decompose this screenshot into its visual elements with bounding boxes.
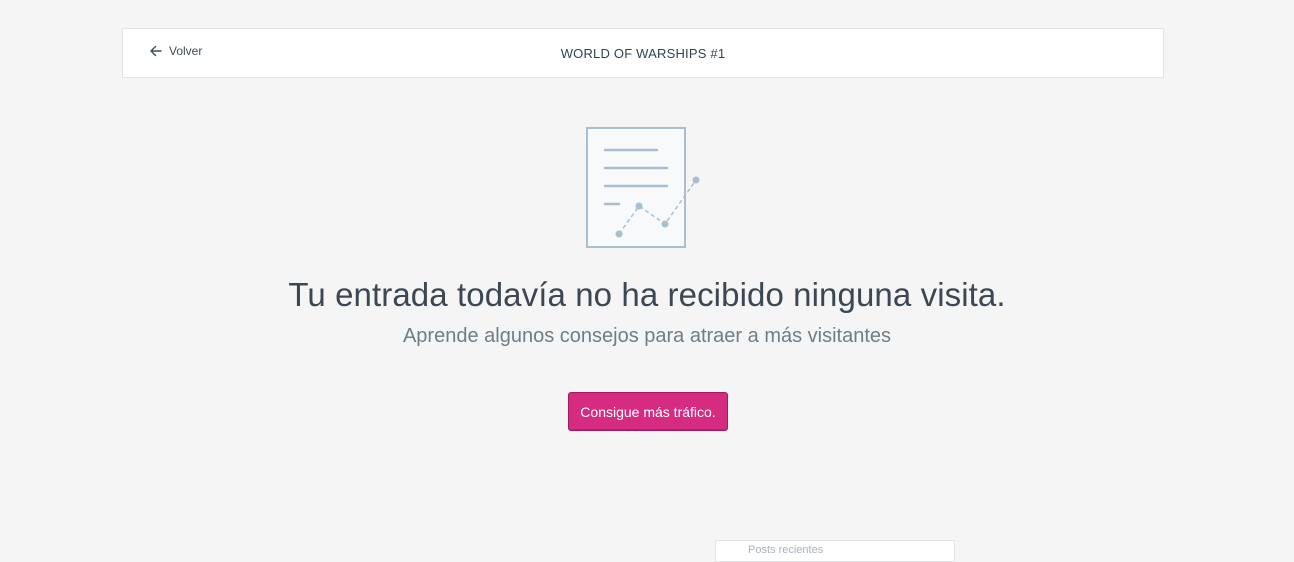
empty-state-headline: Tu entrada todavía no ha recibido ningun…	[288, 276, 1006, 313]
post-header: Volver WORLD OF WARSHIPS #1	[122, 28, 1164, 78]
bottom-card: Posts recientes	[715, 540, 955, 562]
get-more-traffic-button[interactable]: Consigue más tráfico.	[568, 392, 728, 431]
bottom-card-text: Posts recientes	[748, 544, 824, 556]
document-chart-icon	[586, 127, 700, 248]
page-title: WORLD OF WARSHIPS #1	[560, 46, 726, 61]
empty-state-subline: Aprende algunos consejos para atraer a m…	[402, 325, 892, 347]
